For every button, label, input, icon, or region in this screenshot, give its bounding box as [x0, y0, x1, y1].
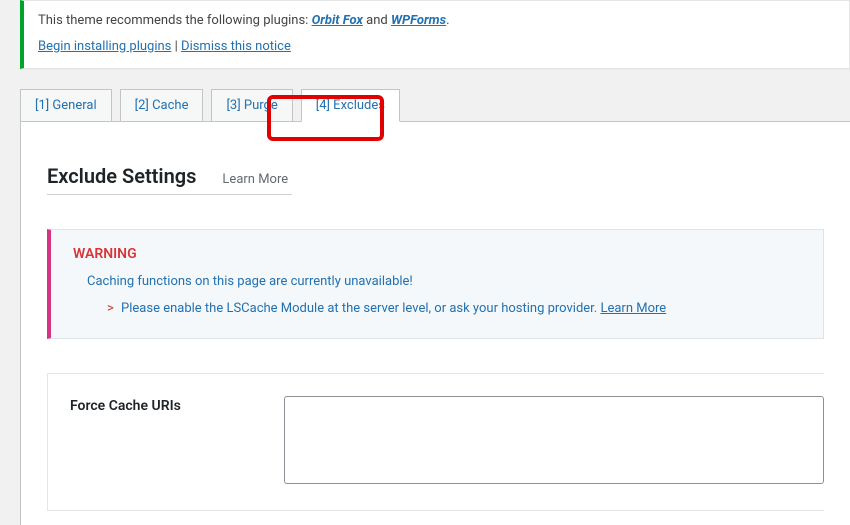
dismiss-notice-link[interactable]: Dismiss this notice	[181, 39, 291, 54]
learn-more-heading[interactable]: Learn More	[222, 172, 288, 187]
warning-gt: >	[107, 301, 114, 316]
warning-box: WARNING Caching functions on this page a…	[47, 229, 824, 339]
begin-installing-link[interactable]: Begin installing plugins	[38, 39, 171, 54]
force-cache-uris-textarea[interactable]	[284, 396, 824, 484]
settings-panel: Exclude Settings Learn More WARNING Cach…	[20, 121, 850, 525]
heading-row: Exclude Settings Learn More	[47, 164, 292, 195]
notice-line-2: Begin installing plugins | Dismiss this …	[38, 37, 835, 57]
tab-purge[interactable]: [3] Purge	[211, 89, 292, 122]
force-cache-uris-field: Force Cache URIs	[47, 373, 824, 511]
warning-text: Please enable the LSCache Module at the …	[121, 301, 600, 316]
warning-line-1: Caching functions on this page are curre…	[87, 274, 801, 289]
page-title: Exclude Settings	[47, 164, 196, 188]
tab-general[interactable]: [1] General	[20, 89, 112, 122]
plugin-recommendation-notice: This theme recommends the following plug…	[20, 0, 850, 69]
warning-line-2: > Please enable the LSCache Module at th…	[107, 301, 801, 316]
notice-line-1: This theme recommends the following plug…	[38, 11, 835, 31]
force-cache-uris-input-wrap	[284, 396, 824, 488]
tab-excludes[interactable]: [4] Excludes	[301, 89, 400, 122]
tab-cache[interactable]: [2] Cache	[120, 89, 204, 122]
plugin-link-orbit-fox[interactable]: Orbit Fox	[312, 13, 363, 28]
warning-learn-more-link[interactable]: Learn More	[600, 301, 666, 316]
force-cache-uris-label: Force Cache URIs	[70, 396, 260, 414]
warning-title: WARNING	[73, 246, 801, 262]
notice-prefix: This theme recommends the following plug…	[38, 13, 312, 28]
settings-tabs: [1] General [2] Cache [3] Purge [4] Excl…	[20, 89, 850, 122]
plugin-link-wpforms[interactable]: WPForms	[391, 13, 446, 28]
